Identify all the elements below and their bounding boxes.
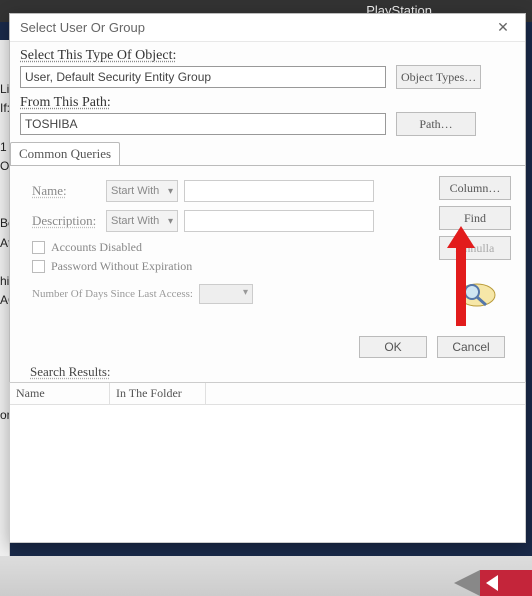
- queries-panel: Name: Start With Description: Start With…: [10, 165, 525, 330]
- name-label: Name:: [32, 183, 100, 199]
- results-table[interactable]: Name In The Folder: [9, 382, 526, 543]
- object-type-input[interactable]: [20, 66, 386, 88]
- bottom-strip: [0, 556, 532, 596]
- select-type-label: Select This Type Of Object:: [20, 48, 515, 64]
- dialog-title: Select User Or Group: [20, 20, 145, 35]
- from-path-label: From This Path:: [20, 95, 515, 111]
- column-spacer: [206, 383, 525, 404]
- object-types-button[interactable]: Object Types…: [396, 65, 481, 89]
- results-header: Name In The Folder: [10, 383, 525, 405]
- description-label: Description:: [32, 213, 100, 229]
- name-input[interactable]: [184, 180, 374, 202]
- corner-badge: [480, 570, 532, 596]
- ok-button[interactable]: OK: [359, 336, 427, 358]
- path-input[interactable]: [20, 113, 386, 135]
- select-user-dialog: Select User Or Group ✕ Select This Type …: [9, 13, 526, 543]
- desc-match-combo[interactable]: Start With: [106, 210, 178, 232]
- name-match-combo[interactable]: Start With: [106, 180, 178, 202]
- close-icon: ✕: [497, 19, 509, 36]
- password-noexpire-label: Password Without Expiration: [51, 259, 192, 274]
- column-folder[interactable]: In The Folder: [110, 383, 206, 404]
- days-combo[interactable]: [199, 284, 253, 304]
- last-access-label: Number Of Days Since Last Access:: [32, 288, 193, 300]
- password-noexpire-checkbox[interactable]: [32, 260, 45, 273]
- column-name[interactable]: Name: [10, 383, 110, 404]
- search-illustration-icon: [455, 278, 499, 312]
- close-button[interactable]: ✕: [485, 16, 521, 38]
- columns-button[interactable]: Column…: [439, 176, 511, 200]
- accounts-disabled-label: Accounts Disabled: [51, 240, 142, 255]
- tab-common-queries[interactable]: Common Queries: [10, 142, 120, 165]
- accounts-disabled-checkbox[interactable]: [32, 241, 45, 254]
- find-button[interactable]: Find: [439, 206, 511, 230]
- abort-button[interactable]: Annulla: [439, 236, 511, 260]
- path-button[interactable]: Path…: [396, 112, 476, 136]
- search-results-label: Search Results:: [20, 364, 515, 382]
- titlebar[interactable]: Select User Or Group ✕: [10, 14, 525, 42]
- cancel-button[interactable]: Cancel: [437, 336, 505, 358]
- description-input[interactable]: [184, 210, 374, 232]
